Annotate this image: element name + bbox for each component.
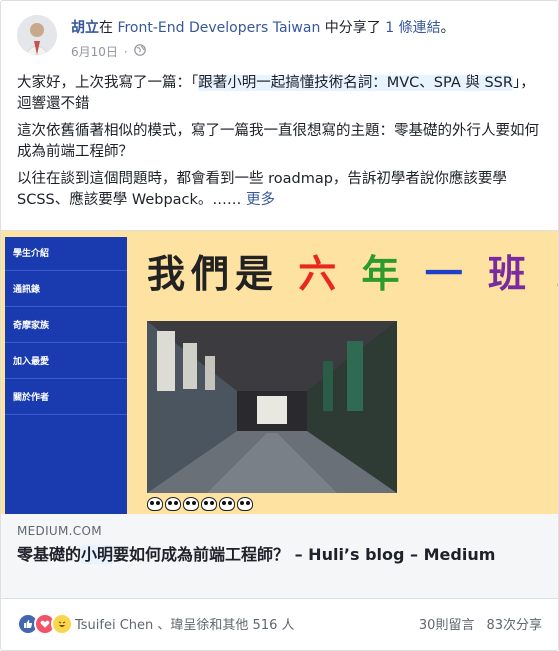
banner-text-one: 一	[424, 252, 469, 296]
link-domain: MEDIUM.COM	[17, 524, 102, 538]
link-title-text: 零基礎的	[17, 545, 82, 564]
panda-icon	[183, 497, 199, 511]
link-preview-details[interactable]: MEDIUM.COM 零基礎的小明要如何成為前端工程師？ – Huli’s bl…	[1, 514, 558, 599]
banner-text-class: 班	[488, 252, 533, 296]
sidebar-item: 關於作者	[5, 381, 127, 415]
post-paragraph: 大家好，上次我寫了一篇：「跟著小明一起搞懂技術名詞：MVC、SPA 與 SSR」…	[17, 73, 543, 115]
shares-count[interactable]: 83次分享	[486, 614, 542, 633]
panda-icon	[165, 497, 181, 511]
banner-text-six: 六	[298, 252, 343, 296]
panda-icon	[147, 497, 163, 511]
sidebar-item: 加入最愛	[5, 345, 127, 379]
post-date[interactable]: 6月10日	[71, 43, 118, 60]
panda-icon	[219, 497, 235, 511]
separator-dot: ·	[123, 44, 128, 59]
group-name[interactable]: Front-End Developers Taiwan	[117, 20, 320, 36]
reaction-icons[interactable]	[17, 613, 73, 635]
haha-icon	[51, 613, 73, 635]
engagement-counts: 30則留言 83次分享	[419, 614, 542, 633]
author-avatar[interactable]	[17, 15, 57, 55]
banner-text-exclaim: ！！	[551, 252, 558, 296]
sidebar-item: 學生介紹	[5, 237, 127, 271]
link-title[interactable]: 零基礎的小明要如何成為前端工程師？ – Huli’s blog – Medium	[17, 544, 537, 566]
post-body: 大家好，上次我寫了一篇：「跟著小明一起搞懂技術名詞：MVC、SPA 與 SSR」…	[17, 73, 543, 217]
banner-text: 我們是	[147, 252, 280, 296]
post-paragraph: 以往在談到這個問題時，都會看到一些 roadmap，告訴初學者說你應該要學 SC…	[17, 169, 543, 211]
link-preview-image[interactable]: 學生介紹 通訊錄 奇摩家族 加入最愛 關於作者 我們是 六 年 一 班 ！！	[1, 230, 558, 515]
sidebar-item: 通訊錄	[5, 273, 127, 307]
header-text: 中分享了	[324, 20, 381, 36]
preview-banner: 我們是 六 年 一 班 ！！	[147, 243, 558, 298]
paragraph-text: 大家好，上次我寫了一篇：「	[17, 75, 199, 91]
globe-icon[interactable]	[133, 44, 146, 59]
panda-icon	[201, 497, 217, 511]
shared-link-count[interactable]: 1 條連結	[385, 20, 440, 36]
panda-icon	[237, 497, 253, 511]
header-text: 在	[99, 20, 113, 36]
reacted-by-text[interactable]: Tsuifei Chen 、瑋呈徐和其他 516 人	[75, 614, 295, 633]
post-paragraph: 這次依舊循著相似的模式，寫了一篇我一直很想寫的主題：零基礎的外行人要如何成為前端…	[17, 123, 539, 160]
panda-row	[147, 497, 253, 511]
author-name[interactable]: 胡立	[71, 20, 99, 36]
sidebar-item: 奇摩家族	[5, 309, 127, 343]
comments-count[interactable]: 30則留言	[419, 614, 475, 633]
see-more-link[interactable]: 更多	[246, 192, 275, 208]
post-footer: Tsuifei Chen 、瑋呈徐和其他 516 人 30則留言 83次分享	[1, 599, 558, 645]
post-header: 胡立在 Front-End Developers Taiwan 中分享了 1 條…	[71, 19, 455, 37]
preview-sidebar: 學生介紹 通訊錄 奇摩家族 加入最愛 關於作者	[5, 237, 127, 514]
header-text: 。	[440, 20, 455, 36]
article-link[interactable]: 跟著小明一起搞懂技術名詞：MVC、SPA 與 SSR	[198, 75, 513, 91]
post-meta: 6月10日 ·	[71, 43, 146, 60]
hallway-photo	[147, 321, 397, 493]
link-title-text: 要如何成為前端工程師？ – Huli’s blog – Medium	[113, 545, 496, 564]
banner-text-year: 年	[361, 252, 406, 296]
link-title-highlight: 小明	[81, 545, 114, 564]
post-card: 胡立在 Front-End Developers Taiwan 中分享了 1 條…	[0, 0, 559, 651]
